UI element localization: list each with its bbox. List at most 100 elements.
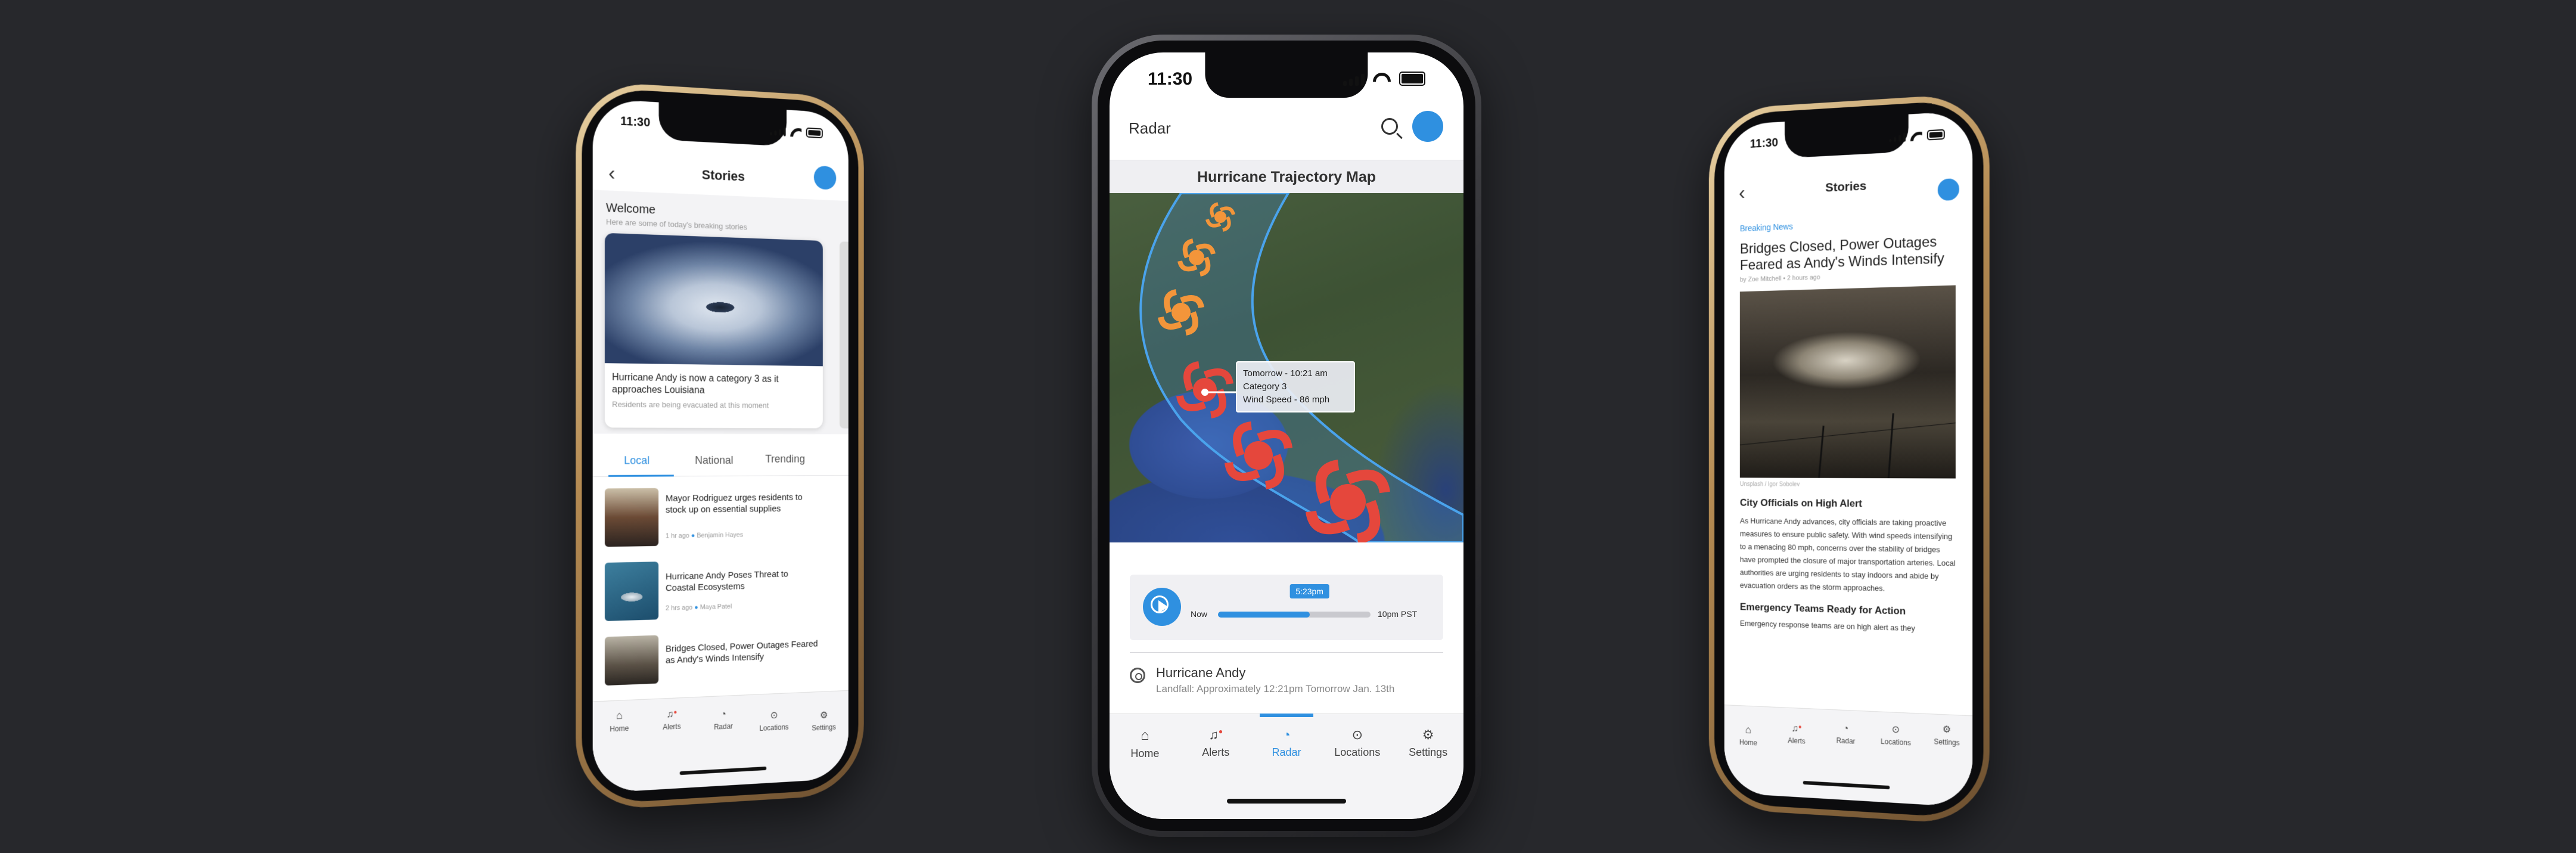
article-image <box>1739 285 1956 479</box>
home-icon: ⌂ <box>1141 727 1149 743</box>
story-tabs: Local National Trending <box>592 446 849 477</box>
wifi-icon <box>1373 73 1391 86</box>
tab-locations[interactable]: ⊙ Locations <box>1870 712 1921 805</box>
storm-icon-6 <box>1306 460 1390 542</box>
status-time: 11:30 <box>620 114 651 130</box>
list-item[interactable]: Mayor Rodriguez urges residents to stock… <box>604 487 836 556</box>
tooltip-category: Category 3 <box>1243 381 1287 392</box>
alert-dot: ● <box>1798 724 1802 731</box>
dot-icon: ● <box>691 532 697 539</box>
tab-settings[interactable]: ⚙ Settings <box>799 691 849 781</box>
storm-tooltip: Tomorrow - 10:21 am Category 3 Wind Spee… <box>1236 361 1355 412</box>
center-phone: 11:30 Radar Hurricane Trajectory Map Tom… <box>1092 35 1481 837</box>
list-item[interactable]: Hurricane Andy Poses Threat to Coastal E… <box>604 558 836 629</box>
current-time: 5:23pm <box>1295 587 1323 596</box>
avatar[interactable] <box>1412 111 1443 142</box>
location-pin-icon: ⊙ <box>1891 724 1900 736</box>
left-screen: 11:30 ‹ Stories Welcome Here are some of… <box>592 98 849 793</box>
signal-icon <box>769 126 786 137</box>
tab-label: Home <box>1130 747 1160 759</box>
wifi-icon <box>790 128 801 137</box>
story-time: 2 hrs ago <box>665 604 693 612</box>
tab-label: Radar <box>1836 736 1856 746</box>
home-icon: ⌂ <box>1745 724 1751 736</box>
tab-alerts[interactable]: ♫● Alerts <box>646 697 698 790</box>
status-time: 11:30 <box>1148 69 1193 89</box>
status-icons <box>1343 72 1425 86</box>
tab-label: Home <box>1739 738 1757 747</box>
tab-local[interactable]: Local <box>624 454 650 467</box>
divider <box>1130 652 1443 653</box>
list-item[interactable]: Bridges Closed, Power Outages Feared as … <box>604 629 836 686</box>
avatar[interactable] <box>813 165 837 190</box>
bell-icon: ♫● <box>1791 723 1802 734</box>
storm-name: Hurricane Andy <box>1156 665 1246 680</box>
play-button[interactable] <box>1143 588 1181 626</box>
story-time: 1 hr ago <box>665 532 689 540</box>
map-title: Hurricane Trajectory Map <box>1110 160 1463 194</box>
welcome-subtitle: Here are some of today's breaking storie… <box>605 217 747 232</box>
tab-label: Radar <box>1272 746 1301 758</box>
story-title: Bridges Closed, Power Outages Feared as … <box>665 638 818 666</box>
timeline-start-label: Now <box>1191 609 1208 619</box>
radar-icon: ◔ <box>1282 727 1291 742</box>
power-lines <box>1740 286 1956 479</box>
home-icon: ⌂ <box>616 709 623 722</box>
featured-headline: Hurricane Andy is now a category 3 as it… <box>612 372 779 396</box>
tab-home[interactable]: ⌂ Home <box>1724 705 1772 796</box>
app-header: Radar <box>1110 106 1463 160</box>
welcome-title: Welcome <box>605 201 656 217</box>
right-screen: 11:30 ‹ Stories Breaking News Bridges Cl… <box>1724 110 1973 808</box>
category-tag[interactable]: Breaking News <box>1740 215 1956 233</box>
alert-dot: ● <box>673 709 678 716</box>
tab-label: Settings <box>1934 737 1960 747</box>
storm-landfall: Landfall: Approximately 12:21pm Tomorrow… <box>1156 683 1395 694</box>
home-indicator <box>1227 799 1346 804</box>
storm-info[interactable]: Hurricane Andy Landfall: Approximately 1… <box>1130 664 1443 706</box>
tab-label: Radar <box>714 722 733 731</box>
status-icons <box>769 125 823 139</box>
right-phone: 11:30 ‹ Stories Breaking News Bridges Cl… <box>1708 92 1990 826</box>
next-story-card-peek <box>839 241 849 429</box>
story-meta: 2 hrs ago ● Maya Patel <box>666 603 732 612</box>
status-bar: 11:30 <box>620 114 823 150</box>
tab-settings[interactable]: ⚙ Settings <box>1921 714 1972 808</box>
page-title: Stories <box>701 167 745 184</box>
storm-icon-2 <box>1177 238 1216 277</box>
battery-icon <box>1399 72 1425 86</box>
tab-settings[interactable]: ⚙ Settings <box>1393 714 1463 819</box>
tab-national[interactable]: National <box>695 454 733 467</box>
app-title: Radar <box>1129 119 1171 137</box>
nav-bar: ‹ Stories <box>1724 159 1972 213</box>
avatar[interactable] <box>1937 178 1959 201</box>
featured-story-card[interactable]: Hurricane Andy is now a category 3 as it… <box>604 232 823 429</box>
story-meta: 1 hr ago ● Benjamin Hayes <box>666 532 743 540</box>
tab-trending[interactable]: Trending <box>765 453 805 466</box>
current-time-badge: 5:23pm <box>1289 584 1329 598</box>
featured-subtext: Residents are being evacuated at this mo… <box>612 399 769 410</box>
location-pin-icon: ⊙ <box>1351 727 1363 742</box>
status-time: 11:30 <box>1750 136 1778 151</box>
timeline-end-label: 10pm PST <box>1378 609 1418 619</box>
tab-label: Alerts <box>1788 736 1806 746</box>
tab-label: Locations <box>1334 746 1381 758</box>
tab-label: Alerts <box>1202 746 1230 758</box>
tab-local-underline <box>608 474 674 477</box>
tab-label: Home <box>610 724 629 734</box>
hurricane-satellite-image <box>604 232 823 367</box>
center-screen: 11:30 Radar Hurricane Trajectory Map Tom… <box>1110 52 1463 819</box>
tooltip-anchor-dot <box>1201 389 1208 396</box>
tab-home[interactable]: ⌂ Home <box>1110 714 1180 819</box>
bell-icon: ♫● <box>1208 727 1223 742</box>
location-pin-icon: ⊙ <box>770 710 778 721</box>
tab-home[interactable]: ⌂ Home <box>593 700 646 793</box>
hurricane-map[interactable]: Tomorrow - 10:21 am Category 3 Wind Spee… <box>1110 193 1463 542</box>
search-icon[interactable] <box>1381 118 1403 139</box>
radar-icon: ◔ <box>1842 723 1849 734</box>
bell-icon: ♫● <box>666 709 678 720</box>
timeline-track[interactable] <box>1218 612 1371 618</box>
tab-label: Locations <box>759 722 789 733</box>
timeline-player: Now 5:23pm 10pm PST <box>1130 575 1443 640</box>
storm-icon-5 <box>1225 421 1292 489</box>
tab-label: Locations <box>1881 737 1911 747</box>
